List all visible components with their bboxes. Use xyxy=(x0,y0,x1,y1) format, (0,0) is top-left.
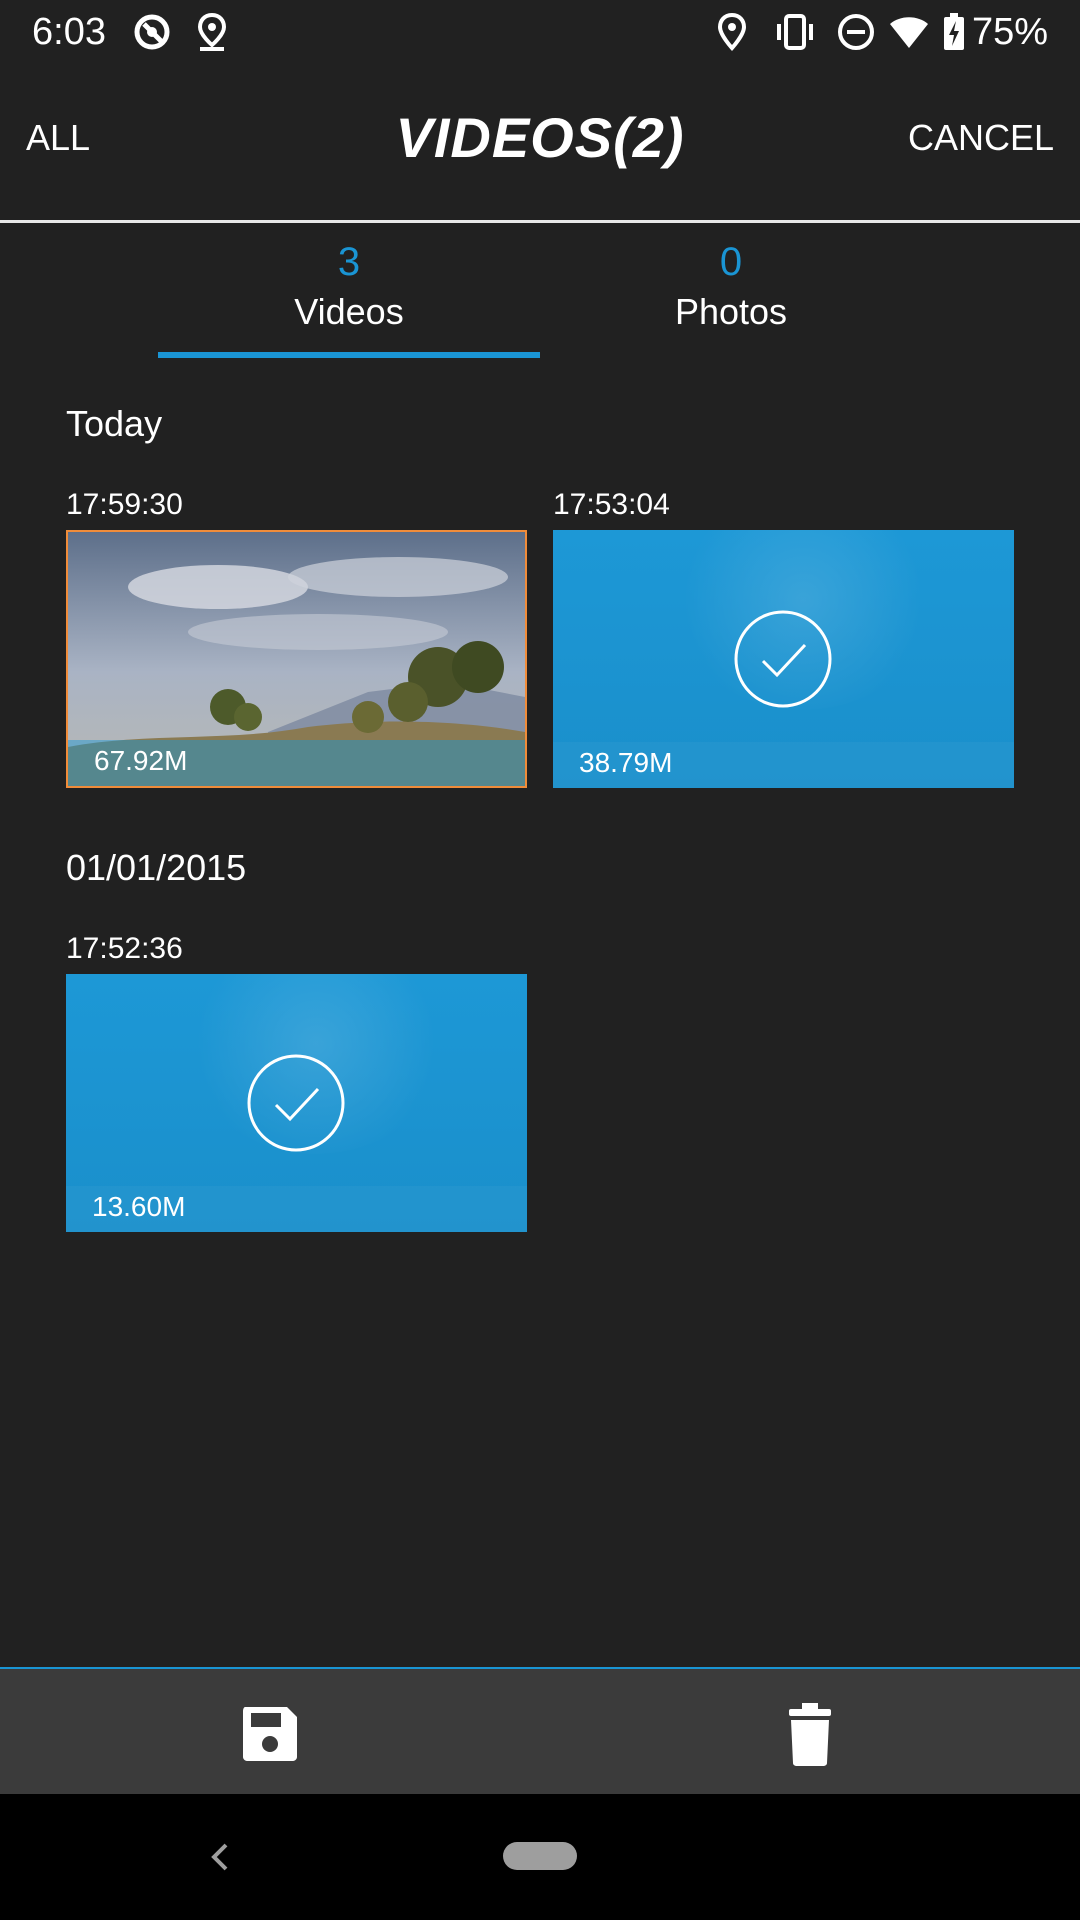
tab-videos[interactable]: 3 Videos xyxy=(158,240,540,358)
tab-photos-label: Photos xyxy=(674,291,788,332)
status-bar: 6:03 75% xyxy=(0,0,1080,64)
location-pin-outline-icon xyxy=(197,12,227,51)
wifi-icon xyxy=(890,17,928,48)
checkmark-circle-icon xyxy=(734,610,832,708)
vibrate-icon xyxy=(777,14,813,50)
video-thumbnail[interactable]: 67.92M xyxy=(66,530,527,788)
video-thumbnail[interactable]: 13.60M xyxy=(66,974,527,1232)
checkmark-circle-icon xyxy=(247,1054,345,1152)
tab-indicator xyxy=(158,352,540,358)
video-time: 17:52:36 xyxy=(66,932,183,965)
status-time: 6:03 xyxy=(32,11,106,53)
battery-percent: 75% xyxy=(971,11,1048,53)
video-size: 67.92M xyxy=(94,745,188,776)
delete-icon[interactable] xyxy=(775,1699,845,1769)
sync-off-icon xyxy=(134,14,170,50)
video-thumbnail[interactable]: 38.79M xyxy=(553,530,1014,788)
video-time: 17:59:30 xyxy=(66,488,183,521)
back-icon[interactable] xyxy=(200,1836,242,1878)
header-divider xyxy=(0,220,1080,223)
video-time: 17:53:04 xyxy=(553,488,670,521)
app-header: ALL VIDEOS(2) CANCEL xyxy=(0,64,1080,220)
video-size: 13.60M xyxy=(92,1191,186,1222)
battery-charging-icon xyxy=(944,13,964,50)
cancel-button[interactable]: CANCEL xyxy=(908,118,1054,158)
do-not-disturb-icon xyxy=(838,14,874,50)
location-icon xyxy=(717,12,747,51)
save-icon[interactable] xyxy=(235,1699,305,1769)
home-pill-button[interactable] xyxy=(503,1842,577,1870)
video-size: 38.79M xyxy=(579,747,673,778)
tab-videos-label: Videos xyxy=(294,291,404,332)
tab-photos-count: 0 xyxy=(719,240,743,284)
system-nav-bar xyxy=(0,1794,1080,1920)
tab-videos-count: 3 xyxy=(337,240,361,284)
tab-photos[interactable]: 0 Photos xyxy=(540,240,922,358)
section-title-today: Today xyxy=(66,403,163,444)
section-title-date: 01/01/2015 xyxy=(66,847,247,888)
bottom-action-bar xyxy=(0,1669,1080,1794)
